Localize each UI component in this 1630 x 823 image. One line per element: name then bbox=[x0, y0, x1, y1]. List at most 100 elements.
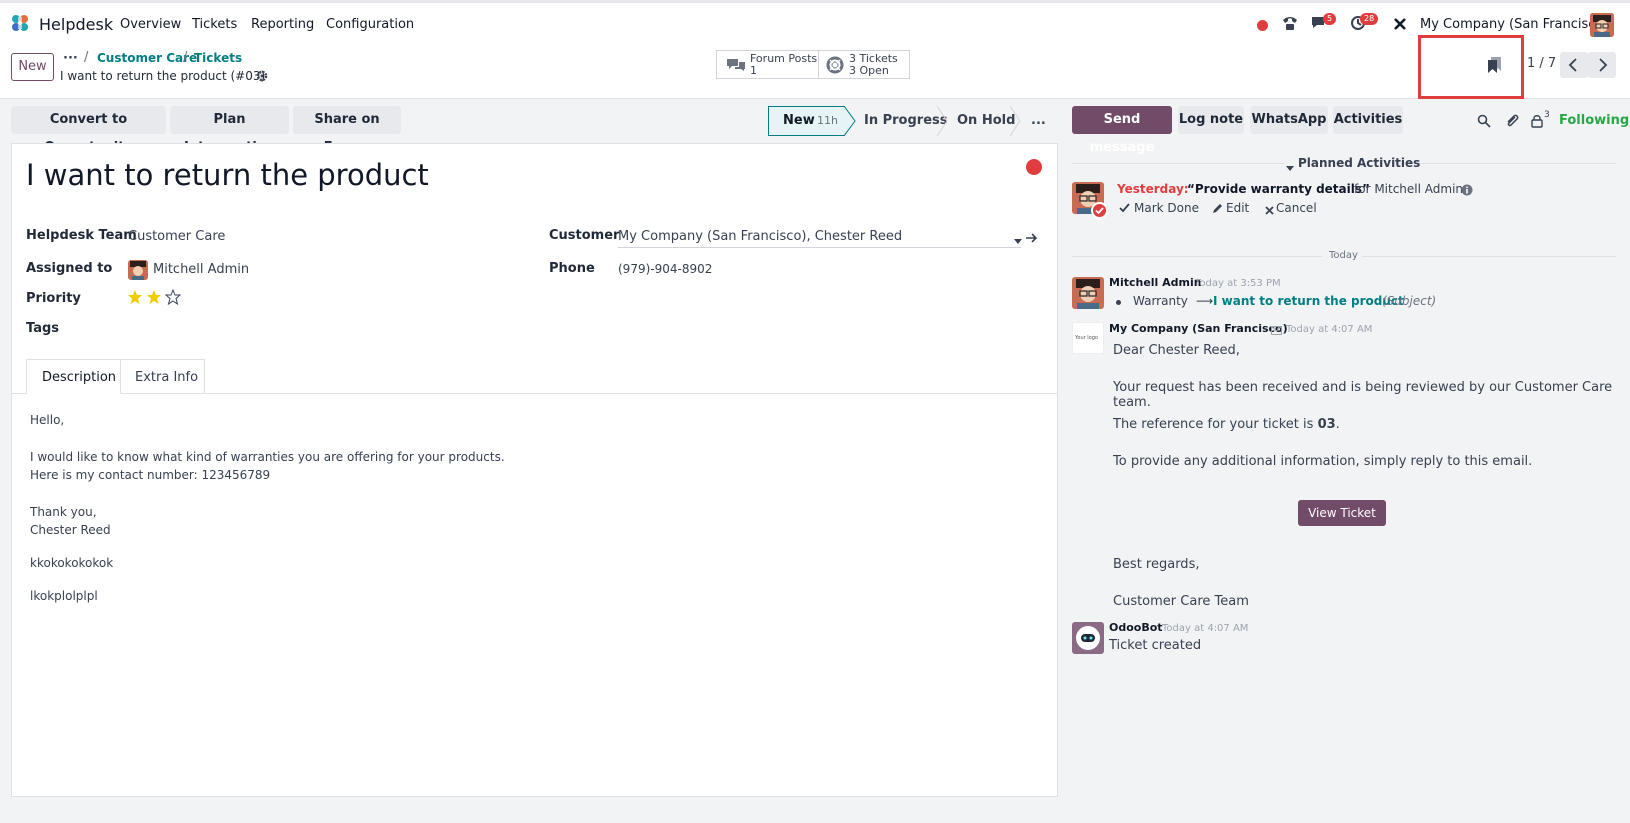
activity-title: “Provide warranty details” bbox=[1187, 182, 1370, 196]
breadcrumb-separator: / bbox=[84, 50, 89, 65]
following-button[interactable]: Following bbox=[1559, 113, 1629, 128]
email-ref-period: . bbox=[1335, 417, 1340, 432]
forum-posts-label: Forum Posts bbox=[750, 52, 818, 65]
pager-value[interactable]: 1 / 7 bbox=[1527, 56, 1556, 71]
times-icon[interactable] bbox=[1265, 204, 1274, 219]
company-logo: Your logo bbox=[1072, 322, 1104, 354]
description-line: Thank you, bbox=[30, 505, 97, 519]
email-line: Dear Chester Reed, bbox=[1113, 343, 1240, 358]
company-switcher[interactable]: My Company (San Francisco) bbox=[1420, 17, 1608, 32]
priority-label: Priority bbox=[26, 291, 81, 306]
comments-icon bbox=[726, 57, 746, 77]
tracking-field: Warranty bbox=[1133, 294, 1188, 308]
breadcrumb-ellipsis[interactable]: ··· bbox=[63, 51, 78, 66]
phone-label: Phone bbox=[549, 261, 595, 276]
pager-previous-button[interactable] bbox=[1560, 52, 1588, 78]
email-ref-prefix: The reference for your ticket is bbox=[1113, 417, 1318, 432]
helpdesk-team-field[interactable]: Customer Care bbox=[128, 229, 225, 244]
caret-down-icon[interactable] bbox=[1286, 161, 1294, 176]
stage-on-hold[interactable]: On Hold bbox=[957, 106, 1015, 136]
company-logo-text: Your logo bbox=[1075, 335, 1098, 341]
phone-icon[interactable] bbox=[1281, 14, 1299, 36]
breadcrumb-tickets[interactable]: Tickets bbox=[194, 51, 242, 65]
caret-down-icon[interactable] bbox=[1014, 234, 1022, 249]
tickets-smart-button[interactable]: 3 Tickets 3 Open bbox=[818, 50, 910, 79]
phone-field[interactable]: (979)-904-8902 bbox=[618, 262, 712, 276]
chevron-left-icon bbox=[1568, 58, 1577, 72]
tab-description[interactable]: Description bbox=[26, 359, 121, 394]
edit-activity-link[interactable]: Edit bbox=[1226, 201, 1249, 215]
star-filled-icon[interactable] bbox=[146, 289, 162, 309]
breadcrumb-separator: / bbox=[183, 50, 188, 65]
pager-next-button[interactable] bbox=[1588, 52, 1616, 78]
stage-new[interactable]: New 11h bbox=[768, 106, 845, 136]
mark-done-link[interactable] bbox=[1119, 202, 1130, 217]
share-on-forum-button[interactable]: Share on Forum bbox=[293, 106, 401, 155]
search-icon[interactable] bbox=[1477, 114, 1491, 132]
email-line: The reference for your ticket is 03. bbox=[1113, 417, 1340, 432]
description-line: Chester Reed bbox=[30, 523, 111, 537]
message-author[interactable]: My Company (San Francisco) bbox=[1109, 322, 1288, 335]
bullet-icon bbox=[1116, 300, 1121, 305]
cancel-activity-link[interactable]: Cancel bbox=[1276, 201, 1317, 215]
send-message-button[interactable]: Send message bbox=[1072, 106, 1172, 155]
menu-reporting[interactable]: Reporting bbox=[251, 17, 314, 32]
bookmark-icon[interactable] bbox=[1488, 57, 1502, 77]
message-body: Ticket created bbox=[1109, 638, 1202, 653]
activities-button[interactable]: Activities bbox=[1333, 106, 1403, 134]
description-editor[interactable]: Hello, I would like to know what kind of… bbox=[30, 413, 1030, 613]
arrow-right-icon[interactable] bbox=[1026, 232, 1038, 247]
followers-lock-icon[interactable] bbox=[1531, 114, 1543, 132]
description-line: Here is my contact number: 123456789 bbox=[30, 468, 271, 482]
stage-in-progress[interactable]: In Progress bbox=[864, 106, 948, 136]
ticket-title[interactable]: I want to return the product bbox=[26, 158, 429, 192]
info-icon[interactable] bbox=[1461, 184, 1473, 200]
assigned-to-field[interactable]: Mitchell Admin bbox=[153, 262, 249, 277]
app-name[interactable]: Helpdesk bbox=[39, 15, 113, 34]
email-closing: Customer Care Team bbox=[1113, 594, 1249, 609]
control-panel: New ··· / Customer Care / Tickets I want… bbox=[0, 35, 1630, 99]
paperclip-icon[interactable] bbox=[1505, 113, 1519, 133]
log-note-button[interactable]: Log note bbox=[1178, 106, 1244, 134]
message-time: Today at 3:53 PM bbox=[1195, 278, 1281, 289]
tags-input[interactable] bbox=[128, 317, 528, 337]
new-button[interactable]: New bbox=[11, 53, 54, 81]
tab-extra-info[interactable]: Extra Info bbox=[121, 359, 205, 394]
today-divider-right bbox=[1362, 256, 1616, 257]
view-ticket-button[interactable]: View Ticket bbox=[1298, 500, 1386, 526]
check-icon bbox=[1119, 203, 1130, 213]
menu-overview[interactable]: Overview bbox=[120, 17, 181, 32]
customer-field[interactable]: My Company (San Francisco), Chester Reed bbox=[618, 229, 1021, 248]
customer-label: Customer bbox=[549, 228, 620, 243]
message-author[interactable]: Mitchell Admin bbox=[1109, 276, 1202, 289]
helpdesk-team-label: Helpdesk Team bbox=[26, 228, 137, 243]
tags-label: Tags bbox=[26, 321, 60, 336]
forum-posts-smart-button[interactable]: Forum Posts 1 bbox=[716, 50, 819, 79]
star-filled-icon[interactable] bbox=[127, 289, 143, 309]
whatsapp-button[interactable]: WhatsApp bbox=[1250, 106, 1328, 134]
follower-count: 3 bbox=[1544, 110, 1550, 120]
activity-check-icon bbox=[1091, 202, 1108, 219]
stage-more[interactable]: ... bbox=[1031, 106, 1046, 136]
tracking-new-value: I want to return the product bbox=[1213, 294, 1404, 308]
star-empty-icon[interactable] bbox=[164, 288, 182, 309]
menu-configuration[interactable]: Configuration bbox=[326, 17, 414, 32]
plan-intervention-button[interactable]: Plan Intervention bbox=[170, 106, 289, 155]
convert-to-opportunity-button[interactable]: Convert to Opportunity bbox=[11, 106, 166, 155]
menu-tickets[interactable]: Tickets bbox=[192, 17, 237, 32]
pencil-icon[interactable] bbox=[1212, 203, 1223, 218]
tools-icon[interactable] bbox=[1393, 17, 1407, 35]
status-dot-icon bbox=[1257, 20, 1268, 31]
gear-icon[interactable] bbox=[256, 70, 268, 86]
messages-badge: 5 bbox=[1323, 13, 1337, 25]
description-line: Hello, bbox=[30, 413, 65, 427]
stage-separator-icon bbox=[936, 105, 948, 140]
activity-date: Yesterday: bbox=[1117, 182, 1189, 196]
app-logo-icon[interactable] bbox=[10, 13, 30, 33]
mark-done-label[interactable]: Mark Done bbox=[1134, 201, 1199, 215]
assigned-to-label: Assigned to bbox=[26, 261, 113, 276]
user-avatar[interactable] bbox=[1590, 13, 1614, 37]
kanban-state-dot[interactable] bbox=[1026, 159, 1042, 175]
planned-activities-header[interactable]: Planned Activities bbox=[1298, 156, 1420, 170]
message-author[interactable]: OdooBot bbox=[1109, 621, 1163, 634]
